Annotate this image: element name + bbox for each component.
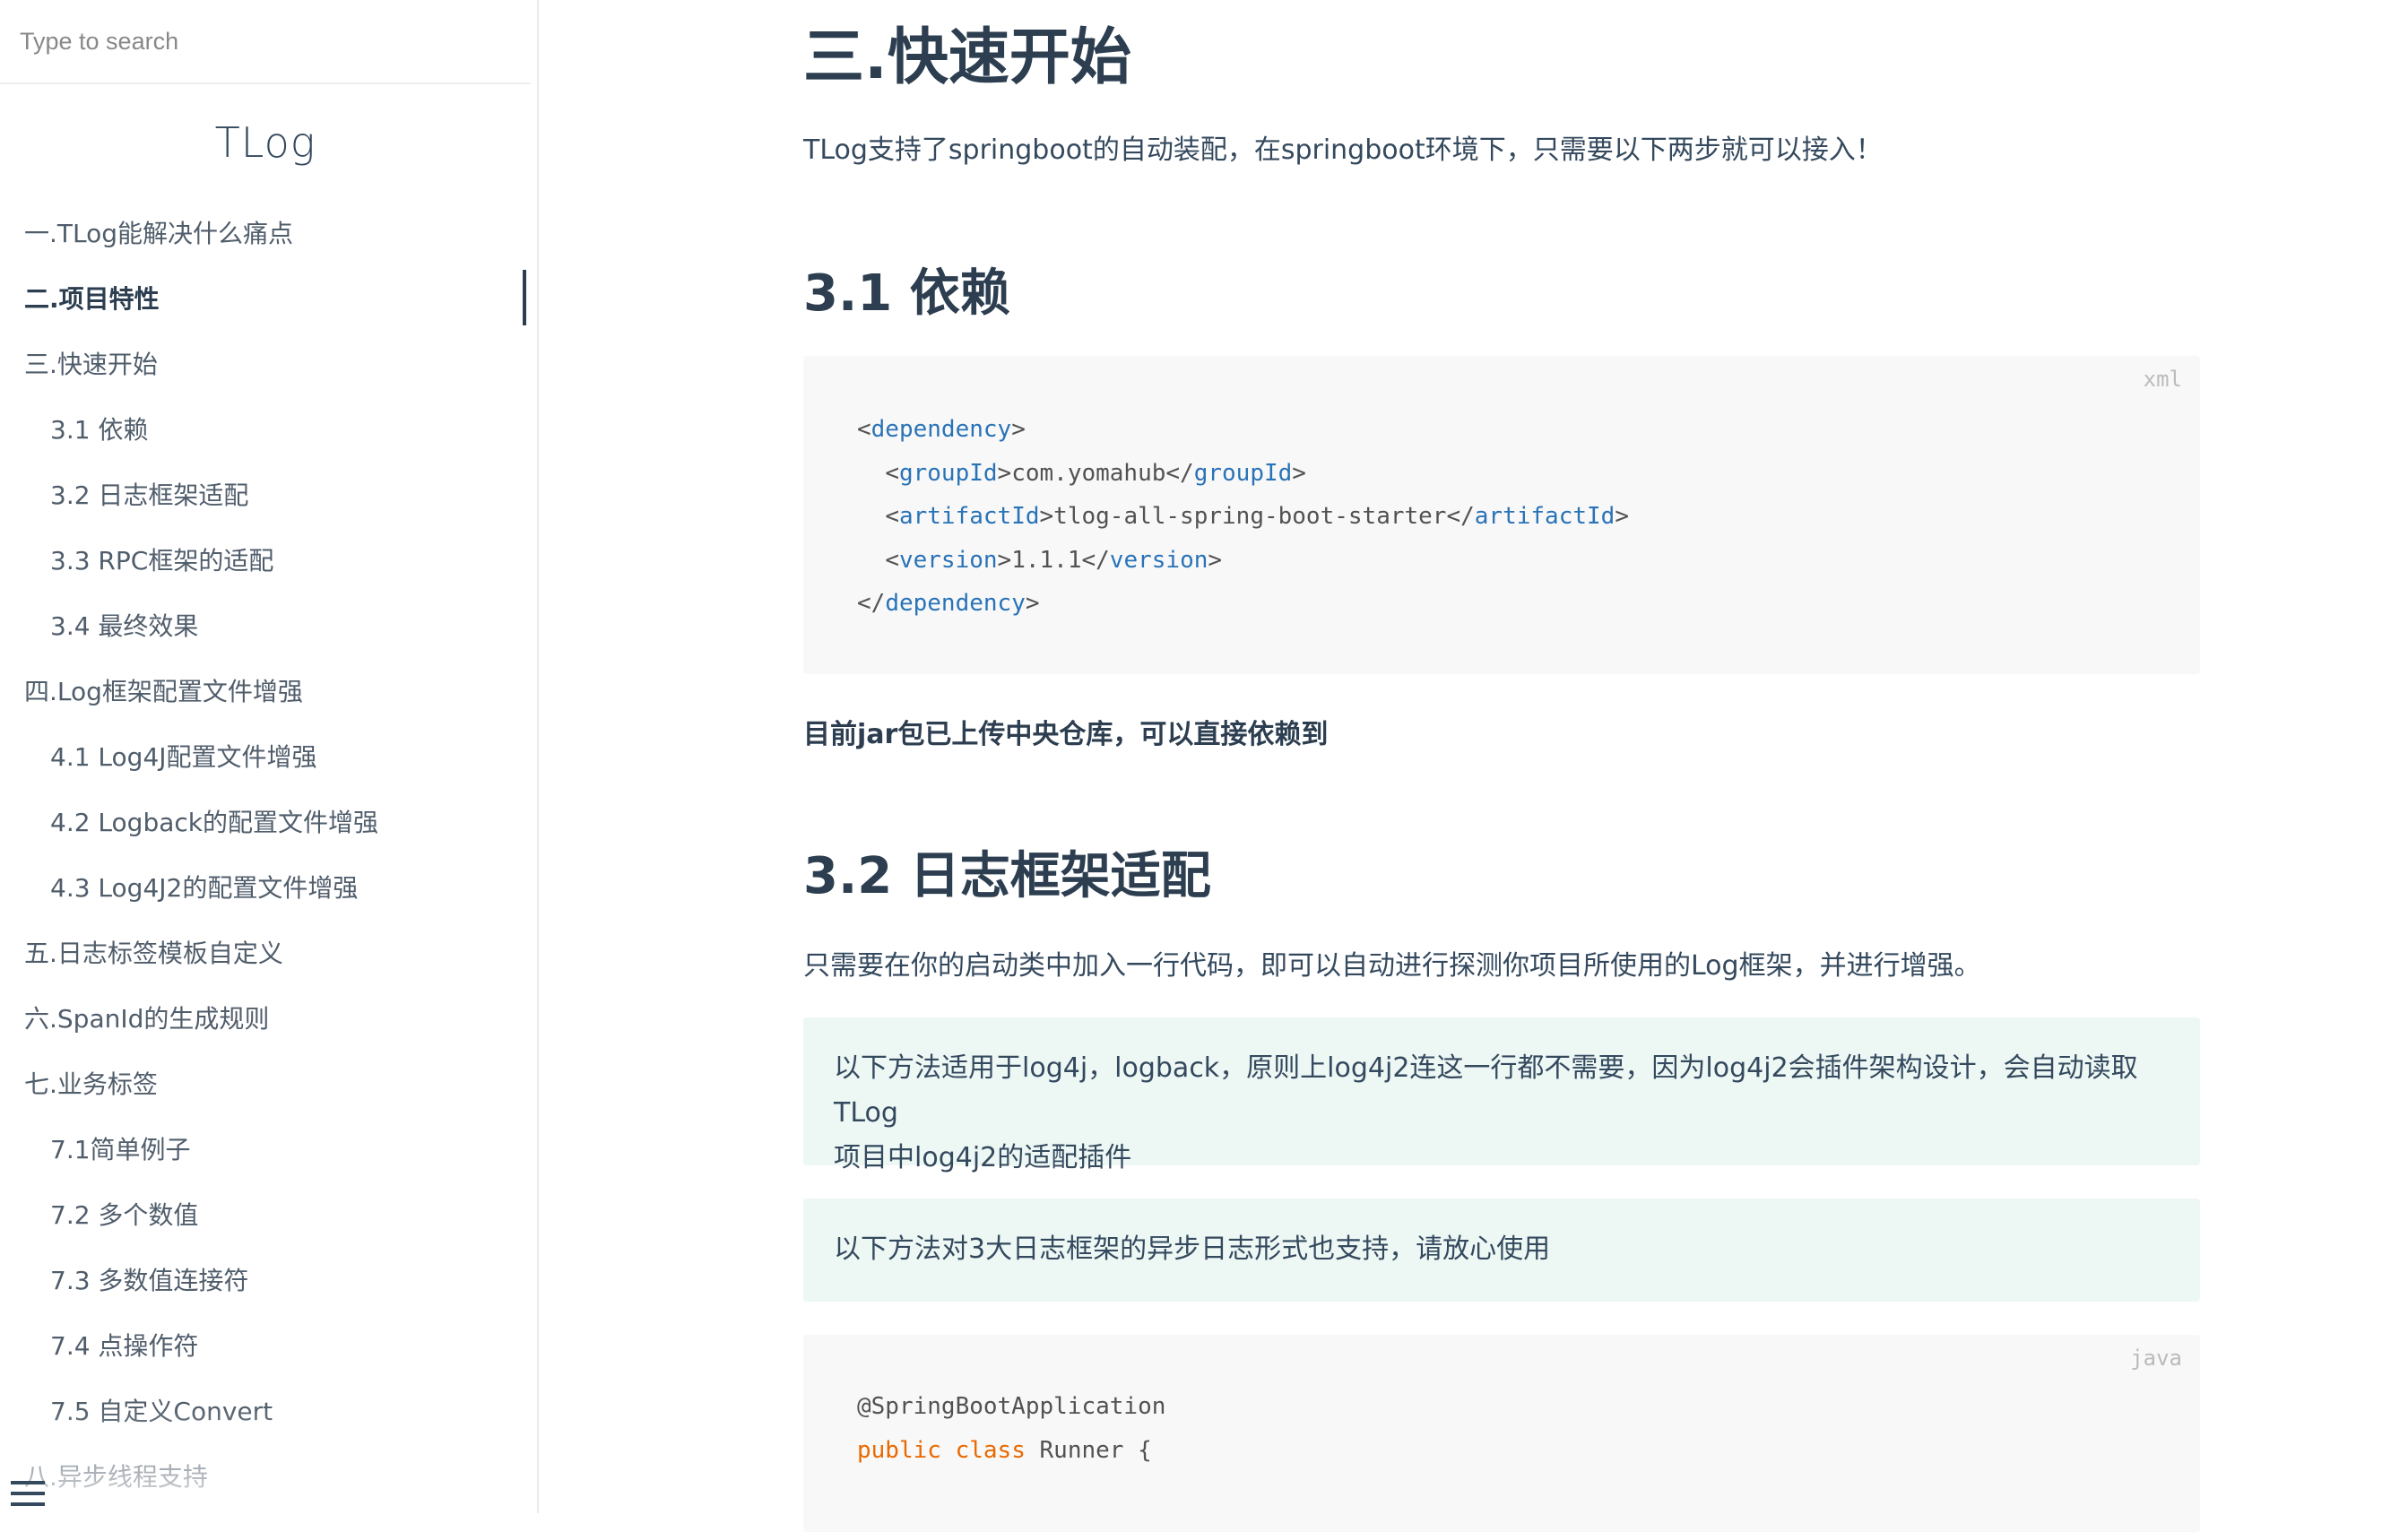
code-lines: @SpringBootApplication public class Runn… bbox=[857, 1385, 1165, 1472]
tip-box-1: 以下方法适用于log4j，logback，原则上log4j2连这一行都不需要，因… bbox=[803, 1017, 2200, 1173]
xml-tag: version bbox=[1109, 546, 1208, 574]
search-input[interactable] bbox=[9, 16, 533, 66]
sidebar-item[interactable]: 三.快速开始 bbox=[0, 337, 533, 402]
sidebar-item[interactable]: 4.3 Log4J2的配置文件增强 bbox=[0, 861, 533, 926]
sidebar-item[interactable]: 7.4 点操作符 bbox=[0, 1319, 533, 1384]
code-line: <groupId>com.yomahub</groupId> bbox=[885, 459, 1306, 487]
sidebar-item-label: 7.4 点操作符 bbox=[50, 1331, 199, 1361]
code-text: Runner { bbox=[1039, 1436, 1152, 1464]
xml-tag: dependency bbox=[871, 416, 1012, 443]
xml-tag: dependency bbox=[885, 590, 1026, 617]
code-lang-label: java bbox=[2130, 1346, 2182, 1371]
sidebar-item[interactable]: 四.Log框架配置文件增强 bbox=[0, 664, 533, 730]
main-content: 三.快速开始 TLog支持了springboot的自动装配，在springboo… bbox=[803, 0, 2202, 1532]
xml-tag: groupId bbox=[898, 459, 998, 487]
xml-text: tlog-all-spring-boot-starter bbox=[1053, 503, 1447, 530]
section-title-log-adapt: 3.2 日志框架适配 bbox=[803, 847, 1211, 905]
sidebar-item[interactable]: 七.业务标签 bbox=[0, 1057, 533, 1122]
sidebar-item-label: 7.3 多数值连接符 bbox=[50, 1266, 249, 1295]
tip-text-line1: 以下方法适用于log4j，logback，原则上log4j2连这一行都不需要，因… bbox=[834, 1052, 2138, 1129]
sidebar-item-label: 3.4 最终效果 bbox=[50, 611, 199, 641]
code-keyword: class bbox=[955, 1436, 1026, 1464]
sidebar-item[interactable]: 4.1 Log4J配置文件增强 bbox=[0, 730, 533, 795]
sidebar-item-label: 八.异步线程支持 bbox=[24, 1462, 208, 1492]
xml-text: com.yomahub bbox=[1011, 459, 1166, 487]
section-title-dependency: 3.1 依赖 bbox=[803, 264, 1010, 323]
sidebar-toc: 一.TLog能解决什么痛点 二.项目特性 三.快速开始 3.1 依赖 3.2 日志框架适… bbox=[0, 206, 533, 1513]
sidebar-item-label: 四.Log框架配置文件增强 bbox=[24, 677, 303, 706]
note-paragraph: 目前jar包已上传中央仓库，可以直接依赖到 bbox=[803, 719, 1329, 750]
sidebar-item-label: 4.2 Logback的配置文件增强 bbox=[50, 808, 378, 837]
sidebar-item-label: 3.3 RPC框架的适配 bbox=[50, 546, 274, 576]
sidebar-item[interactable]: 7.2 多个数值 bbox=[0, 1188, 533, 1253]
sidebar-item-label: 七.业务标签 bbox=[24, 1069, 158, 1099]
code-line: @SpringBootApplication bbox=[857, 1393, 1166, 1420]
sidebar-item-label: 六.SpanId的生成规则 bbox=[24, 1004, 270, 1034]
sidebar-item[interactable]: 7.3 多数值连接符 bbox=[0, 1253, 533, 1319]
code-block-java[interactable]: java @SpringBootApplication public class… bbox=[803, 1335, 2200, 1532]
xml-tag: version bbox=[898, 546, 998, 574]
menu-toggle-icon[interactable] bbox=[11, 1481, 45, 1510]
section-title-quickstart: 三.快速开始 bbox=[803, 22, 1131, 93]
xml-tag: artifactId bbox=[1474, 503, 1615, 530]
code-line: <artifactId>tlog-all-spring-boot-starter… bbox=[885, 503, 1629, 530]
sidebar-item[interactable]: 五.日志标签模板自定义 bbox=[0, 926, 533, 991]
xml-tag: artifactId bbox=[898, 503, 1040, 530]
search-bar bbox=[0, 0, 533, 84]
sidebar-item[interactable]: 六.SpanId的生成规则 bbox=[0, 991, 533, 1057]
sidebar-item[interactable]: 7.5 自定义Convert bbox=[0, 1384, 533, 1450]
sidebar-item[interactable]: 3.1 依赖 bbox=[0, 402, 533, 468]
code-keyword: public bbox=[857, 1436, 941, 1464]
app-name[interactable]: TLog bbox=[0, 118, 531, 167]
adapt-description: 只需要在你的启动类中加入一行代码，即可以自动进行探测你项目所使用的Log框架，并… bbox=[803, 950, 1981, 982]
sidebar-item[interactable]: 八.异步线程支持 bbox=[0, 1450, 533, 1513]
code-block-xml[interactable]: xml <dependency> <groupId>com.yomahub</g… bbox=[803, 356, 2200, 674]
xml-text: 1.1.1 bbox=[1011, 546, 1082, 574]
sidebar-item[interactable]: 3.2 日志框架适配 bbox=[0, 468, 533, 533]
sidebar-item[interactable]: 3.4 最终效果 bbox=[0, 599, 533, 664]
xml-tag: groupId bbox=[1193, 459, 1293, 487]
sidebar-item-label: 二.项目特性 bbox=[24, 284, 160, 314]
tip-text: 以下方法对3大日志框架的异步日志形式也支持，请放心使用 bbox=[834, 1233, 1551, 1265]
sidebar-item-label: 一.TLog能解决什么痛点 bbox=[24, 219, 294, 248]
sidebar-item-label: 7.1简单例子 bbox=[50, 1135, 191, 1164]
sidebar: TLog 一.TLog能解决什么痛点二.项目特性三.快速开始 3.1 依赖 3.2 … bbox=[0, 0, 539, 1513]
tip-text-line2: 项目中log4j2的适配插件 bbox=[834, 1142, 1132, 1173]
sidebar-item[interactable]: 一.TLog能解决什么痛点 bbox=[0, 206, 533, 272]
sidebar-item[interactable]: 7.1简单例子 bbox=[0, 1122, 533, 1188]
sidebar-item[interactable]: 二.项目特性 bbox=[0, 270, 533, 337]
sidebar-item-label: 7.5 自定义Convert bbox=[50, 1397, 273, 1426]
code-line: <dependency> bbox=[857, 416, 1026, 443]
code-lines: <dependency> <groupId>com.yomahub</group… bbox=[857, 408, 1629, 626]
intro-paragraph: TLog支持了springboot的自动装配，在springboot环境下，只需… bbox=[803, 134, 1883, 166]
sidebar-item-label: 三.快速开始 bbox=[24, 350, 158, 379]
sidebar-item-label: 3.1 依赖 bbox=[50, 415, 149, 445]
sidebar-item[interactable]: 4.2 Logback的配置文件增强 bbox=[0, 795, 533, 861]
sidebar-item-label: 五.日志标签模板自定义 bbox=[24, 939, 283, 968]
sidebar-item-label: 4.1 Log4J配置文件增强 bbox=[50, 742, 317, 772]
sidebar-item-label: 4.3 Log4J2的配置文件增强 bbox=[50, 873, 359, 903]
tip-box-2: 以下方法对3大日志框架的异步日志形式也支持，请放心使用 bbox=[803, 1199, 2200, 1302]
sidebar-item-label: 7.2 多个数值 bbox=[50, 1200, 199, 1230]
code-lang-label: xml bbox=[2143, 367, 2182, 392]
code-line: public class Runner { bbox=[857, 1429, 1165, 1473]
code-line: </dependency> bbox=[857, 590, 1040, 617]
code-line: <version>1.1.1</version> bbox=[885, 546, 1223, 574]
sidebar-item-label: 3.2 日志框架适配 bbox=[50, 480, 249, 510]
sidebar-item[interactable]: 3.3 RPC框架的适配 bbox=[0, 533, 533, 599]
